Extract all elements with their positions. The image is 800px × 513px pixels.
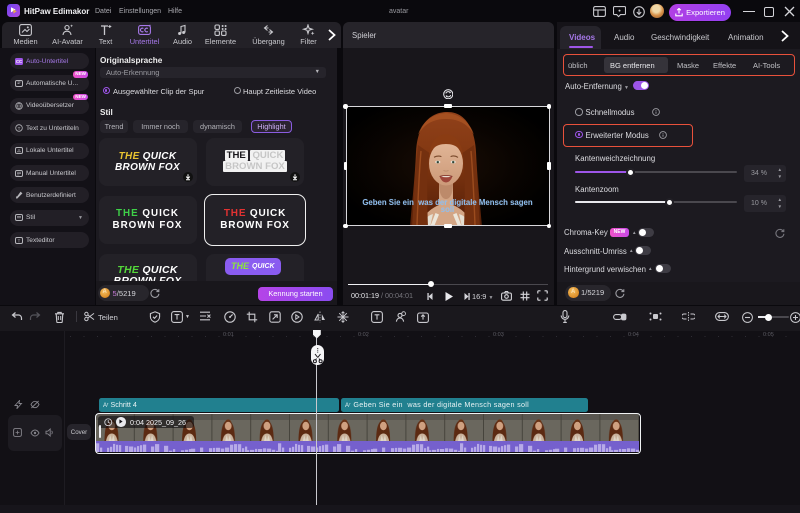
svg-text:T: T bbox=[18, 238, 21, 243]
svg-text:CC: CC bbox=[16, 59, 22, 64]
svg-text:T: T bbox=[18, 126, 21, 131]
